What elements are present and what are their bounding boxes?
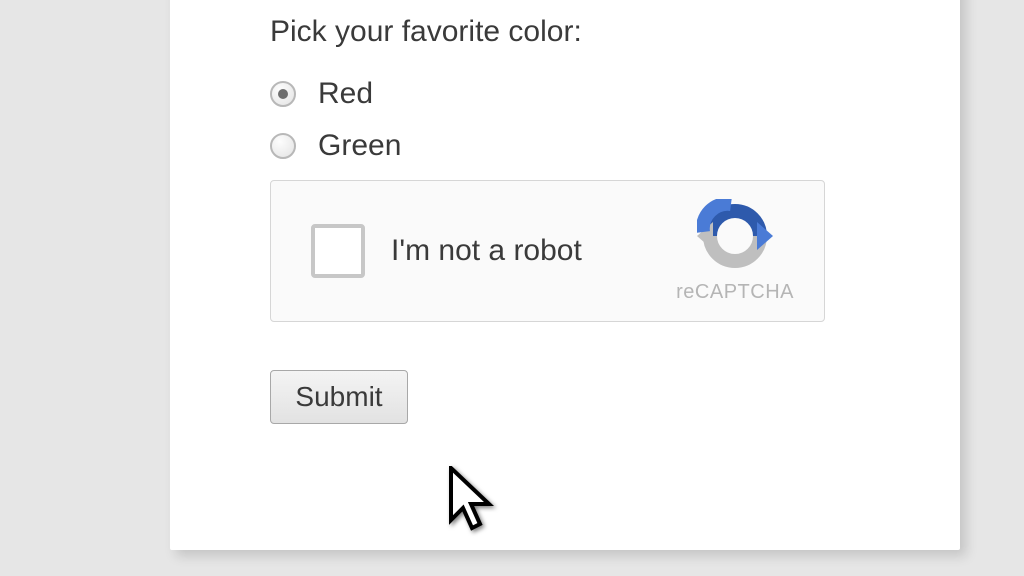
form-card: Pick your favorite color: Red Green I'm … [170, 0, 960, 550]
page-background: Pick your favorite color: Red Green I'm … [0, 0, 1024, 576]
recaptcha-brand: reCAPTCHA [676, 281, 794, 304]
recaptcha-label: I'm not a robot [391, 234, 582, 268]
recaptcha-widget: I'm not a robot [270, 180, 825, 322]
radio-button[interactable] [270, 133, 296, 159]
mouse-cursor-icon [449, 466, 497, 539]
radio-button[interactable] [270, 81, 296, 107]
radio-option-red[interactable]: Red [270, 77, 860, 111]
submit-button[interactable]: Submit [270, 370, 408, 424]
form-prompt: Pick your favorite color: [270, 15, 860, 49]
radio-label: Red [318, 77, 373, 111]
recaptcha-checkbox[interactable] [311, 224, 365, 278]
radio-option-green[interactable]: Green [270, 129, 860, 163]
radio-label: Green [318, 129, 401, 163]
radio-selected-dot [278, 89, 288, 99]
recaptcha-logo-icon [697, 199, 773, 273]
